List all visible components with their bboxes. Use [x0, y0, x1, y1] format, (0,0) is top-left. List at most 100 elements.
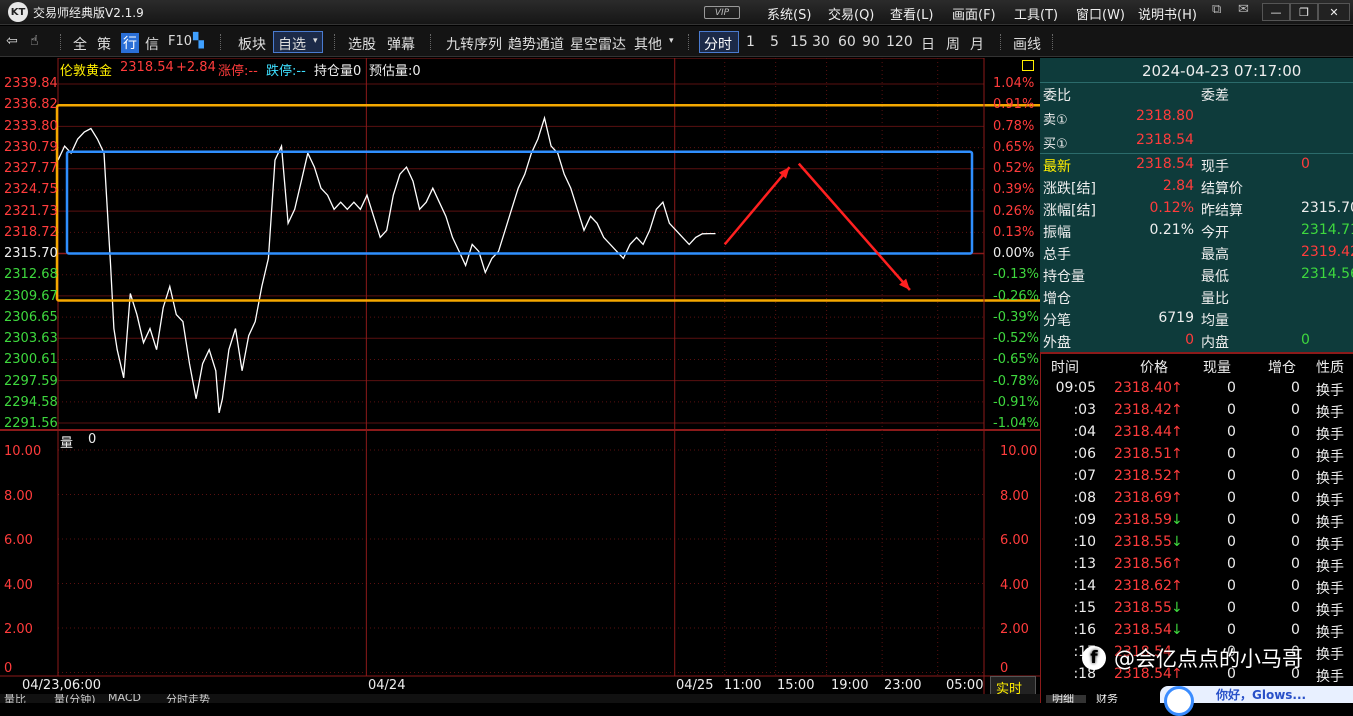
chart-svg	[0, 58, 1040, 703]
mail-icon[interactable]: ✉	[1238, 2, 1249, 17]
tick-price: 2318.40	[1114, 380, 1172, 396]
quote-field-label: 涨跌[结]	[1043, 181, 1096, 197]
tick-row: :15 2318.55 ↓ 0 0 换手	[1040, 598, 1353, 620]
toolbar-item-other[interactable]: 其他	[634, 34, 662, 54]
menu-item[interactable]: 画面(F)	[952, 4, 996, 23]
toolbar-item-sector[interactable]: 板块	[238, 34, 266, 54]
time-axis-label: 19:00	[831, 678, 869, 693]
volume-axis-label-right: 2.00	[1000, 622, 1029, 637]
period-5[interactable]: 60	[838, 34, 856, 50]
menu-item[interactable]: 说明书(H)	[1138, 4, 1197, 23]
volume-axis-label-right: 10.00	[1000, 444, 1038, 459]
price-axis-label: 2309.67	[4, 288, 58, 304]
windows-icon[interactable]: ▚	[193, 33, 204, 49]
tick-header: 性质	[1316, 360, 1344, 376]
pct-axis-label: -0.65%	[993, 352, 1039, 368]
pct-axis-label: -0.13%	[993, 267, 1039, 283]
minimize-button[interactable]: —	[1262, 3, 1290, 21]
period-4[interactable]: 30	[812, 34, 830, 50]
period-10[interactable]: 月	[970, 34, 984, 54]
period-6[interactable]: 90	[862, 34, 880, 50]
tick-volume: 0	[1227, 468, 1236, 484]
toolbar-item-radar[interactable]: 星空雷达	[570, 34, 626, 54]
tick-oi-change: 0	[1291, 512, 1300, 528]
toolbar-item-trend-channel[interactable]: 趋势通道	[508, 34, 564, 54]
quote-field-label: 总手	[1043, 247, 1071, 263]
toolbar-item-barrage[interactable]: 弹幕	[387, 34, 415, 54]
tick-type: 换手	[1316, 559, 1344, 575]
toolbar-item-f10[interactable]: F10	[168, 34, 192, 49]
toolbar-item-quote[interactable]: 行	[121, 33, 139, 53]
period-1[interactable]: 1	[746, 34, 755, 50]
draw-line-button[interactable]: 画线	[1013, 34, 1041, 54]
menu-item[interactable]: 窗口(W)	[1076, 4, 1125, 23]
bottom-tab[interactable]: 分时走势	[166, 694, 210, 703]
volume-axis-label: 2.00	[4, 622, 33, 637]
price-axis-label: 2315.70	[4, 246, 58, 261]
tick-direction: ↓	[1171, 534, 1183, 550]
vip-badge[interactable]: VIP	[704, 6, 740, 19]
toolbar-item-screener[interactable]: 选股	[348, 34, 376, 54]
toolbar-button-icon[interactable]: ⧉	[1212, 2, 1221, 17]
quote-field-value: 0	[1301, 332, 1310, 348]
tick-volume: 0	[1227, 578, 1236, 594]
volume-axis-label: 10.00	[4, 444, 42, 459]
bottom-tab[interactable]: 量比	[4, 694, 26, 703]
back-arrow-icon[interactable]: ⇦	[6, 33, 18, 49]
period-3[interactable]: 15	[790, 34, 808, 50]
expand-icon[interactable]	[1022, 60, 1034, 71]
time-axis-label: 23:00	[884, 678, 922, 693]
pct-axis-label: 0.26%	[993, 203, 1035, 219]
period-9[interactable]: 周	[946, 34, 960, 54]
tick-type: 换手	[1316, 493, 1344, 509]
bottom-tab[interactable]: MACD	[108, 694, 141, 703]
period-8[interactable]: 日	[921, 34, 935, 54]
bottom-tab[interactable]: 量(分钟)	[54, 694, 96, 703]
pct-axis-label: -0.52%	[993, 331, 1039, 346]
tick-row: :04 2318.44 ↑ 0 0 换手	[1040, 422, 1353, 444]
period-7[interactable]: 120	[886, 34, 913, 50]
tab-detail[interactable]: 明细	[1052, 694, 1074, 703]
tick-time: :13	[1073, 556, 1096, 572]
close-button[interactable]: ✕	[1318, 3, 1350, 21]
toolbar-item-strategy[interactable]: 策	[97, 34, 111, 54]
menu-item[interactable]: 系统(S)	[767, 4, 811, 23]
intraday-chart[interactable]	[0, 58, 1040, 703]
quote-field-value: 0.12%	[1149, 200, 1194, 216]
toolbar-item-all[interactable]: 全	[73, 34, 87, 54]
chat-popup[interactable]: 你好，Glows...	[1160, 685, 1353, 716]
hand-pointer-icon[interactable]: ☝	[30, 33, 39, 49]
tick-row: :06 2318.51 ↑ 0 0 换手	[1040, 444, 1353, 466]
tick-type: 换手	[1316, 515, 1344, 531]
tick-price: 2318.52	[1114, 468, 1172, 484]
sell1-label: 卖①	[1043, 113, 1068, 128]
restore-button[interactable]: ❐	[1290, 3, 1318, 21]
toolbar-item-td-sequential[interactable]: 九转序列	[446, 34, 502, 54]
quote-field-value: 2319.42	[1301, 244, 1353, 260]
annotation-arrow	[797, 162, 911, 291]
tick-header: 时间	[1051, 360, 1079, 376]
sell1-price: 2318.80	[1136, 108, 1194, 124]
pct-axis-label: 0.78%	[993, 118, 1035, 134]
tick-price: 2318.44	[1114, 424, 1172, 440]
period-2[interactable]: 5	[770, 34, 779, 50]
tick-direction: ↓	[1171, 512, 1183, 528]
open-interest: 持仓量0	[314, 64, 362, 79]
quote-field-label: 持仓量	[1043, 269, 1085, 285]
time-axis-label: 04/24	[368, 678, 406, 693]
period-0[interactable]: 分时	[704, 34, 732, 54]
tick-direction: ↓	[1171, 622, 1183, 638]
price-axis-label: 2330.79	[4, 139, 58, 155]
toolbar-item-info[interactable]: 信	[145, 34, 159, 54]
quote-field-label: 外盘	[1043, 335, 1071, 351]
annotation-arrow	[723, 166, 791, 246]
price-axis-label: 2333.80	[4, 118, 58, 134]
tick-row: :03 2318.42 ↑ 0 0 换手	[1040, 400, 1353, 422]
tick-time: :15	[1073, 600, 1096, 616]
menu-item[interactable]: 查看(L)	[890, 4, 933, 23]
pct-axis-label: -1.04%	[993, 416, 1039, 431]
tab-finance[interactable]: 财务	[1096, 694, 1118, 703]
weicha-label: 委差	[1201, 88, 1229, 104]
menu-item[interactable]: 工具(T)	[1014, 4, 1058, 23]
menu-item[interactable]: 交易(Q)	[828, 4, 874, 23]
